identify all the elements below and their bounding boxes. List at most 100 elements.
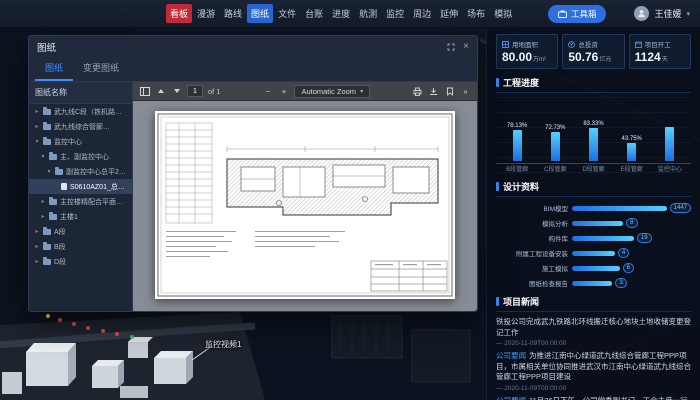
chevron-right-icon[interactable]: ▸ (34, 108, 40, 115)
tab-changed-drawings[interactable]: 变更图纸 (73, 57, 129, 81)
nav-item-drawings[interactable]: 图纸 (247, 4, 273, 23)
drawing-modal: 图纸 × 图纸 变更图纸 图纸名称 ▸武九线C段（铁机路…▸武九线综合管廊…▾监… (28, 35, 478, 312)
folder-icon (49, 154, 57, 160)
document-icon (61, 183, 67, 190)
tree-item-folder[interactable]: ▸ A段 (29, 224, 132, 239)
nav-item-simulation[interactable]: 模拟 (490, 4, 516, 23)
bar-category-label: D段管廊 (582, 164, 604, 173)
bookmark-icon[interactable] (444, 85, 455, 98)
sidebar-toggle-icon[interactable] (139, 85, 150, 98)
nav-item-ledger[interactable]: 台账 (301, 4, 327, 23)
toolbox-button[interactable]: 工具箱 (548, 5, 607, 23)
nav-item-files[interactable]: 文件 (274, 4, 300, 23)
news-item[interactable]: 公司要闻11月26日下午，公司党委副书记、工会主席一行赴武九线综合管廊项目调研 (496, 396, 691, 400)
progress-bar-group: 83.33%D段管廊 (574, 97, 612, 173)
tree-item-folder[interactable]: ▾监控中心 (29, 134, 132, 149)
chevron-right-icon[interactable]: ▸ (34, 228, 40, 235)
zoom-select[interactable]: Automatic Zoom ▾ (294, 85, 370, 98)
nav-item-progress[interactable]: 进度 (328, 4, 354, 23)
tree-item-folder[interactable]: ▸主楼1 (29, 209, 132, 224)
design-count-badge: 4 (618, 248, 629, 258)
tree-item-folder[interactable]: ▸D段 (29, 254, 132, 269)
nav-item-site-layout[interactable]: 场布 (463, 4, 489, 23)
chevron-right-icon[interactable]: ▸ (34, 243, 40, 250)
toolbox-icon (558, 10, 567, 18)
design-bar (572, 236, 634, 241)
tree-item-label: B段 (54, 242, 66, 252)
tree-item-folder[interactable]: ▸ B段 (29, 239, 132, 254)
design-label: 构件库 (496, 233, 568, 243)
nav-item-aerial-survey[interactable]: 航测 (355, 4, 381, 23)
tree-item-folder[interactable]: ▾主、副监控中心 (29, 149, 132, 164)
nav-item-kanban[interactable]: 看板 (166, 4, 192, 23)
tree-item-folder[interactable]: ▾副监控中心总平2019… (29, 164, 132, 179)
news-date: — 2020-11-09T00:00:00 (496, 385, 691, 392)
download-icon[interactable] (428, 85, 439, 98)
folder-icon (43, 259, 51, 265)
chevron-right-icon[interactable]: ▸ (34, 258, 40, 265)
section-title: 项目新闻 (503, 295, 539, 308)
previous-page-button[interactable] (155, 85, 166, 98)
nav-item-roam[interactable]: 漫游 (193, 4, 219, 23)
tree-item-label: A段 (54, 227, 66, 237)
tree-item-folder[interactable]: ▸武九线综合管廊… (29, 119, 132, 134)
progress-chart: 78.13%B段管廊72.73%C段管廊83.33%D段管廊43.75%E段管廊… (496, 97, 691, 173)
chevron-right-icon[interactable]: ▸ (40, 213, 46, 220)
chevron-right-icon[interactable]: ▸ (40, 198, 46, 205)
stats-sidebar: 用地面积 80.00万m² 总投资 50.76亿元 项目开工 (486, 28, 700, 400)
stat-unit: 亿元 (599, 57, 611, 63)
nav-item-extension[interactable]: 延伸 (436, 4, 462, 23)
app-root: 监控视频1 看板漫游路线图纸文件台账进度航测监控周边延伸场布模拟 工具箱 王佳媛… (0, 0, 700, 400)
tree-item-folder[interactable]: ▸主控楼精配合平面… (29, 194, 132, 209)
chevron-right-icon[interactable]: ▸ (34, 123, 40, 130)
page-number-input[interactable] (187, 85, 203, 97)
section-accent (496, 182, 499, 191)
folder-icon (43, 229, 51, 235)
nav-item-monitoring[interactable]: 监控 (382, 4, 408, 23)
folder-icon (43, 109, 51, 115)
design-row: 附属工程设备安装4 (496, 248, 691, 258)
tree-item-folder[interactable]: ▸武九线C段（铁机路… (29, 104, 132, 119)
design-bar-track: 8 (572, 218, 691, 228)
section-title: 工程进度 (503, 76, 539, 89)
design-bar-track: 3 (572, 278, 691, 288)
start-days-icon (635, 41, 642, 48)
news-item[interactable]: 铁投公司完成武九铁路北环线搬迁核心地块土地收储变更登记工作— 2020-11-0… (496, 317, 691, 347)
news-item[interactable]: 公司要闻为推进江南中心绿道武九线综合管廊工程PPP项目，市属相关单位协同推进武汉… (496, 351, 691, 392)
tree-header: 图纸名称 (29, 82, 132, 104)
user-menu[interactable]: 王佳媛 ▾ (634, 6, 690, 21)
next-page-button[interactable] (171, 85, 182, 98)
zoom-out-icon[interactable]: − (262, 85, 273, 98)
stat-card-investment: 总投资 50.76亿元 (562, 34, 624, 69)
print-icon[interactable] (412, 85, 423, 98)
close-icon[interactable]: × (463, 42, 469, 52)
nav-item-periphery[interactable]: 周边 (409, 4, 435, 23)
news-text: 公司要闻为推进江南中心绿道武九线综合管廊工程PPP项目，市属相关单位协同推进武汉… (496, 351, 691, 383)
tab-drawings[interactable]: 图纸 (35, 57, 73, 81)
pdf-page (155, 111, 455, 299)
nav-item-route[interactable]: 路线 (220, 4, 246, 23)
design-count-badge: 6 (623, 263, 634, 273)
zoom-in-icon[interactable]: + (278, 85, 289, 98)
more-tools-icon[interactable]: » (460, 85, 471, 98)
progress-bar (551, 132, 560, 161)
stat-label: 总投资 (578, 39, 598, 49)
news-section-header: 项目新闻 (496, 295, 691, 312)
tree-item-file[interactable]: S0610AZ01_总平… (29, 179, 132, 194)
bar-category-label: E段管廊 (621, 164, 643, 173)
stat-unit: 天 (662, 57, 668, 63)
stat-value: 50.76 (568, 50, 598, 64)
zoom-label: Automatic Zoom (301, 87, 356, 96)
chevron-down-icon[interactable]: ▾ (34, 138, 40, 145)
folder-icon (43, 244, 51, 250)
news-date: — 2020-11-09T00:00:00 (496, 340, 691, 347)
user-name: 王佳媛 (654, 7, 681, 20)
chevron-down-icon[interactable]: ▾ (40, 153, 46, 160)
section-accent (496, 297, 499, 306)
fullscreen-icon[interactable] (447, 43, 455, 51)
chevron-down-icon: ▾ (360, 88, 363, 95)
progress-bar-group: 监控中心 (651, 97, 689, 173)
map-video-label[interactable]: 监控视频1 (205, 339, 241, 350)
pdf-canvas[interactable] (133, 101, 477, 311)
chevron-down-icon[interactable]: ▾ (46, 168, 52, 175)
